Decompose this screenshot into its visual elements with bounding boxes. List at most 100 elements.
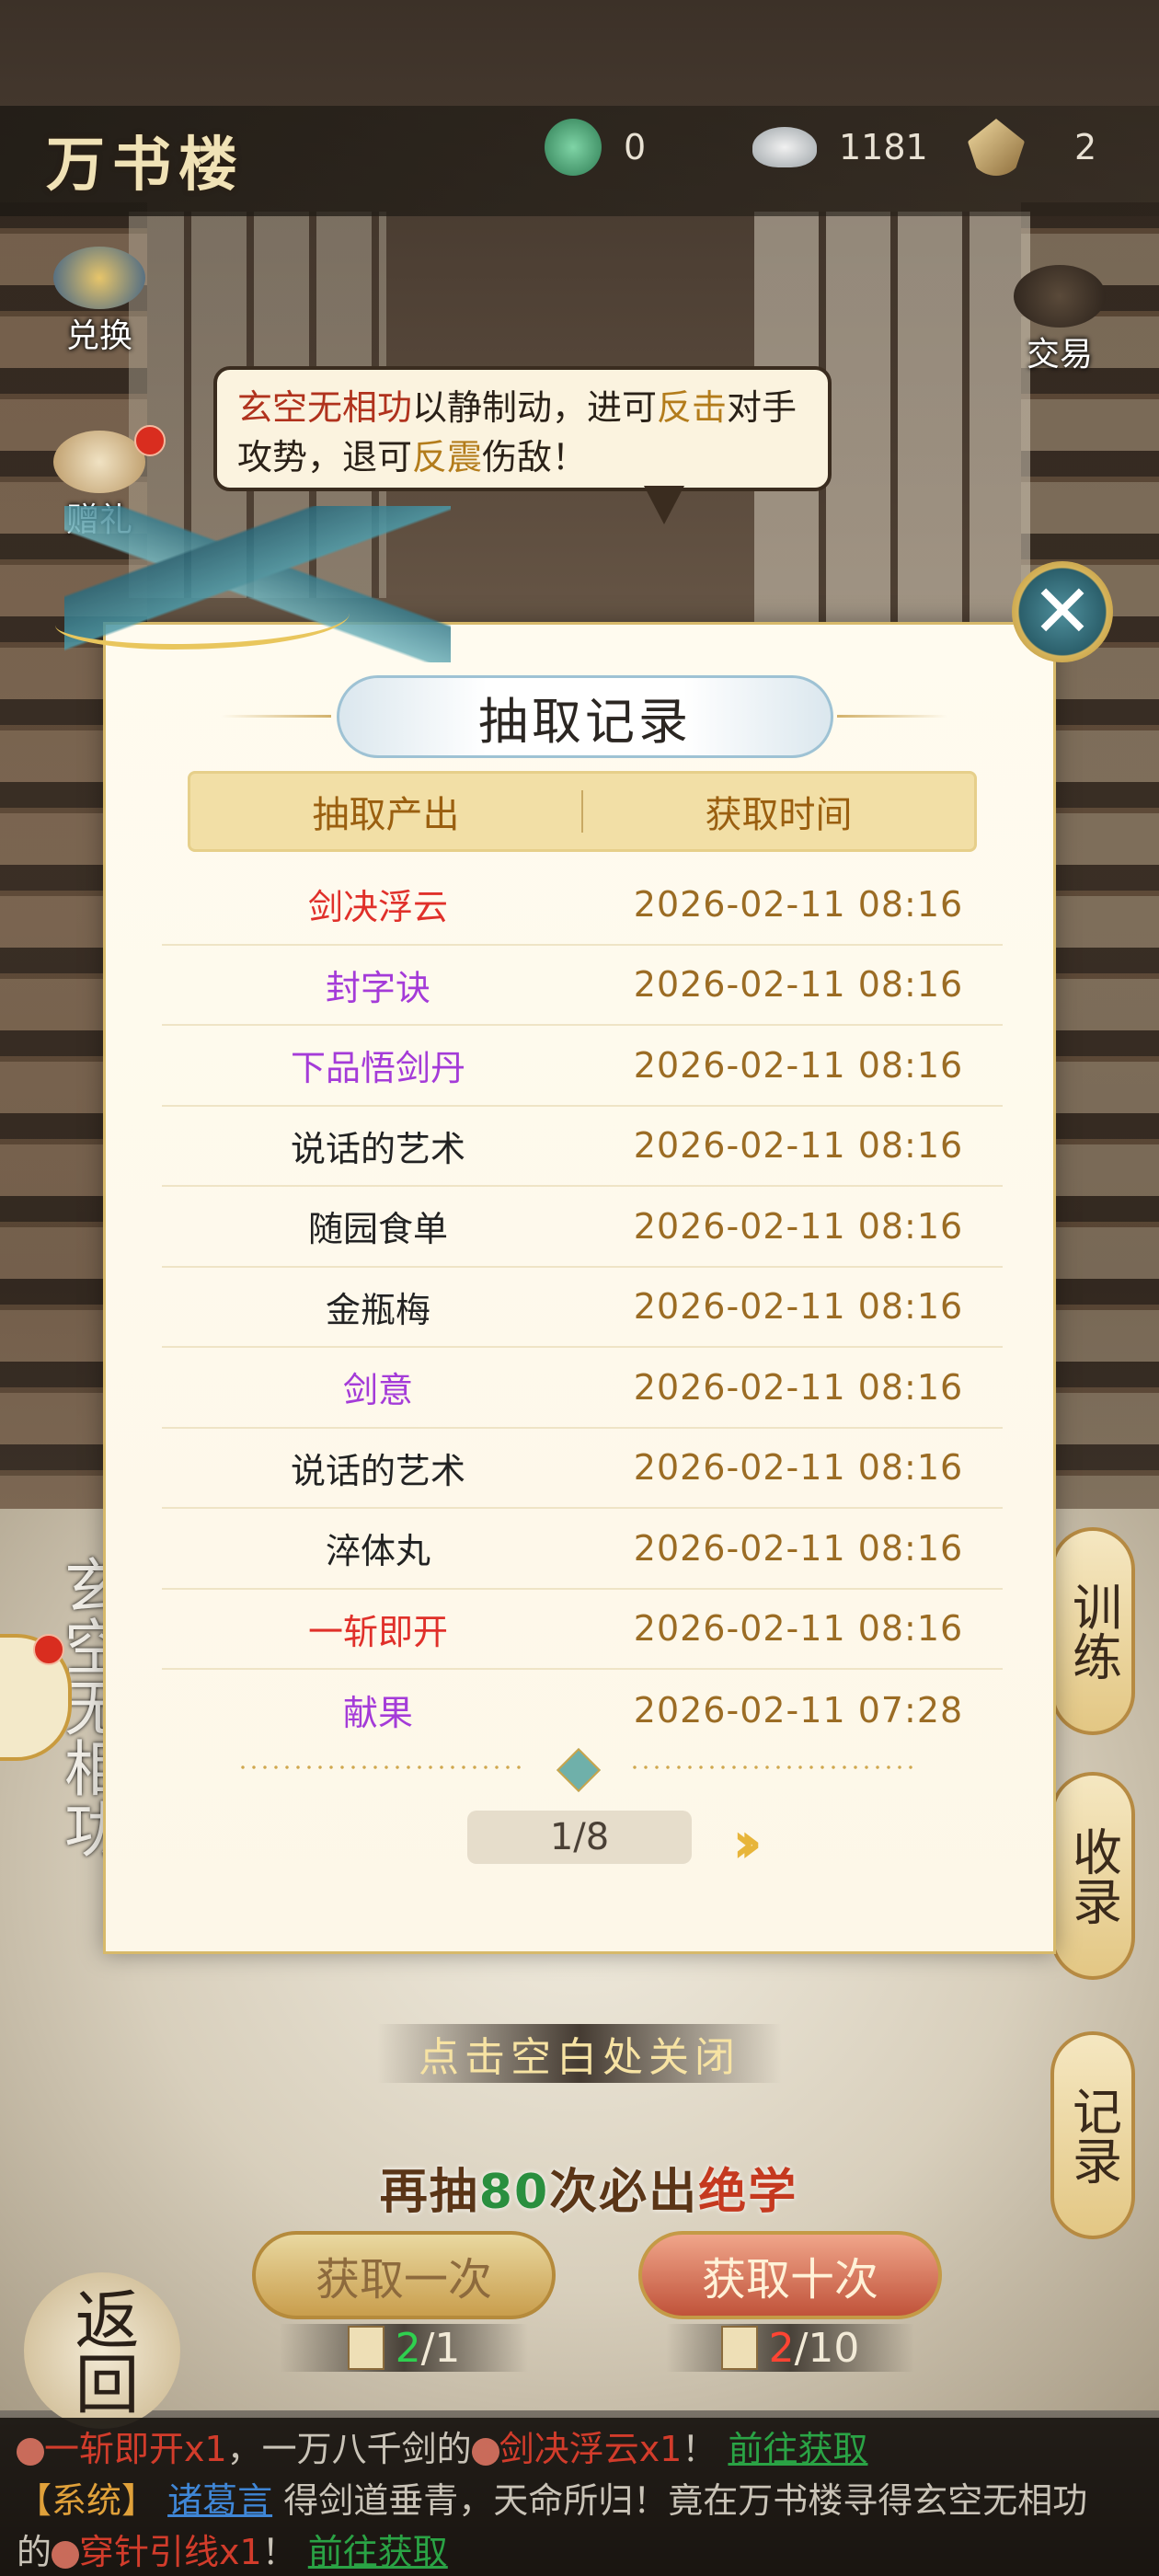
record-item: 说话的艺术 <box>290 1128 465 1169</box>
gift-notification-dot <box>134 425 166 456</box>
trade-label: 交易 <box>1026 336 1093 374</box>
list-divider <box>237 1747 920 1793</box>
bubble-text-3: 伤敌！ <box>482 437 588 477</box>
record-item: 献果 <box>342 1693 413 1734</box>
table-row: 献果 2026-02-11 07:28 <box>162 1670 1003 1751</box>
speech-bubble: 玄空无相功以静制动，进可反击对手攻势，退可反震伤敌！ <box>213 366 832 491</box>
record-time: 2026-02-11 08:16 <box>633 964 964 1006</box>
resource-ticket[interactable]: 2 <box>968 119 1097 176</box>
record-item: 说话的艺术 <box>290 1450 465 1491</box>
table-row: 随园食单 2026-02-11 08:16 <box>162 1187 1003 1268</box>
silver-ingot-icon <box>752 127 817 167</box>
pity-counter-text: 再抽80次必出绝学 <box>368 2153 809 2222</box>
resource-jade-value: 0 <box>624 127 647 167</box>
record-item: 淬体丸 <box>325 1531 430 1572</box>
tab-train[interactable]: 训练 <box>1050 1527 1135 1735</box>
trade-button[interactable]: 交易 <box>1004 265 1115 375</box>
news-line-3: 的穿针引线x1！ 前往获取 <box>17 2532 448 2572</box>
tab-collect[interactable]: 收录 <box>1050 1772 1135 1980</box>
book-ticket-icon <box>720 2326 758 2370</box>
table-row: 剑意 2026-02-11 08:16 <box>162 1348 1003 1429</box>
record-item: 一斩即开 <box>307 1611 448 1652</box>
next-page-button[interactable]: ›› <box>732 1809 763 1876</box>
record-item: 金瓶梅 <box>325 1289 430 1330</box>
goto-obtain-link[interactable]: 前往获取 <box>308 2532 448 2572</box>
draw-once-cost: 2/1 <box>280 2324 528 2372</box>
table-row: 一斩即开 2026-02-11 08:16 <box>162 1590 1003 1670</box>
title-ornament-left <box>221 715 331 718</box>
double-chevron-right-icon: ›› <box>732 1809 763 1876</box>
item-icon <box>471 2437 499 2466</box>
record-item: 剑决浮云 <box>307 887 448 928</box>
book-ticket-icon <box>347 2326 384 2370</box>
table-row: 说话的艺术 2026-02-11 08:16 <box>162 1107 1003 1187</box>
record-time: 2026-02-11 08:16 <box>633 1527 964 1569</box>
bubble-text-1: 以静制动，进可 <box>412 387 658 428</box>
back-button[interactable]: 返回 <box>24 2272 180 2429</box>
draw-once-button[interactable]: 获取一次 <box>252 2231 556 2319</box>
close-button[interactable]: ✕ <box>1012 561 1113 662</box>
table-header: 抽取产出 获取时间 <box>188 771 977 852</box>
news-line-1: 一斩即开x1，一万八千剑的 剑决浮云x1！ 前往获取 <box>17 2423 1142 2475</box>
tab-record[interactable]: 记录 <box>1050 2031 1135 2239</box>
draw-ten-have: 2 <box>768 2324 795 2372</box>
record-item: 剑意 <box>342 1370 413 1411</box>
record-item: 随园食单 <box>307 1209 448 1250</box>
goto-obtain-link[interactable]: 前往获取 <box>728 2429 867 2469</box>
player-name-link[interactable]: 诸葛言 <box>167 2480 272 2521</box>
record-time: 2026-02-11 08:16 <box>633 883 964 925</box>
pity-reward: 绝学 <box>698 2165 798 2220</box>
title-ornament-right <box>837 715 947 718</box>
exchange-icon <box>53 247 145 309</box>
bubble-keyword-reflect: 反震 <box>412 437 483 477</box>
draw-ten-need: /10 <box>794 2324 860 2372</box>
record-time: 2026-02-11 08:16 <box>633 1205 964 1247</box>
record-time: 2026-02-11 08:16 <box>633 1125 964 1167</box>
modal-title-banner: 抽取记录 <box>337 675 833 758</box>
table-row: 下品悟剑丹 2026-02-11 08:16 <box>162 1026 1003 1107</box>
item-icon <box>52 2540 80 2569</box>
record-time: 2026-02-11 08:16 <box>633 1447 964 1489</box>
resource-ticket-value: 2 <box>1074 127 1097 167</box>
resource-silver-value: 1181 <box>839 127 928 167</box>
record-list: 剑决浮云 2026-02-11 08:16 封字诀 2026-02-11 08:16… <box>162 865 1003 1751</box>
modal-title: 抽取记录 <box>478 692 692 751</box>
table-row: 淬体丸 2026-02-11 08:16 <box>162 1509 1003 1590</box>
record-time: 2026-02-11 07:28 <box>633 1689 964 1731</box>
record-time: 2026-02-11 08:16 <box>633 1044 964 1086</box>
record-item: 封字诀 <box>325 967 430 1008</box>
pity-count: 80 <box>478 2165 550 2220</box>
abacus-icon <box>1014 265 1106 328</box>
draw-ten-button[interactable]: 获取十次 <box>638 2231 942 2319</box>
pity-mid: 次必出 <box>549 2165 699 2220</box>
jade-dragon-icon <box>545 119 602 176</box>
gift-box-icon <box>53 431 145 493</box>
draw-ten-cost: 2/10 <box>666 2324 914 2372</box>
record-time: 2026-02-11 08:16 <box>633 1366 964 1408</box>
system-tag: 【系统】 <box>17 2480 157 2521</box>
close-icon: ✕ <box>1031 569 1094 654</box>
record-item: 下品悟剑丹 <box>290 1048 465 1089</box>
bubble-skill-name: 玄空无相功 <box>237 387 413 428</box>
table-row: 剑决浮云 2026-02-11 08:16 <box>162 865 1003 946</box>
record-time: 2026-02-11 08:16 <box>633 1286 964 1328</box>
news-ticker: 一斩即开x1，一万八千剑的 剑决浮云x1！ 前往获取 【系统】 诸葛言 得剑道垂青… <box>0 2418 1159 2576</box>
resource-silver[interactable]: 1181 <box>752 120 928 175</box>
exchange-label: 兑换 <box>65 317 132 355</box>
tap-blank-to-close-hint[interactable]: 点击空白处关闭 <box>377 2024 782 2083</box>
record-time: 2026-02-11 08:16 <box>633 1608 964 1650</box>
bubble-keyword-counter: 反击 <box>657 387 728 428</box>
table-row: 金瓶梅 2026-02-11 08:16 <box>162 1268 1003 1348</box>
column-item: 抽取产出 <box>312 794 460 836</box>
draw-once-need: /1 <box>420 2324 461 2372</box>
table-row: 封字诀 2026-02-11 08:16 <box>162 946 1003 1026</box>
table-row: 说话的艺术 2026-02-11 08:16 <box>162 1429 1003 1509</box>
page-indicator: 1/8 <box>467 1811 692 1864</box>
item-icon <box>17 2437 44 2466</box>
news-line-2: 【系统】 诸葛言 得剑道垂青，天命所归！竟在万书楼寻得玄空无相功 <box>17 2480 1088 2521</box>
speech-bubble-tail <box>644 486 684 524</box>
exchange-button[interactable]: 兑换 <box>44 247 155 357</box>
resource-jade[interactable]: 0 <box>545 119 647 176</box>
column-time: 获取时间 <box>705 794 853 836</box>
chat-notification-dot <box>33 1634 64 1665</box>
